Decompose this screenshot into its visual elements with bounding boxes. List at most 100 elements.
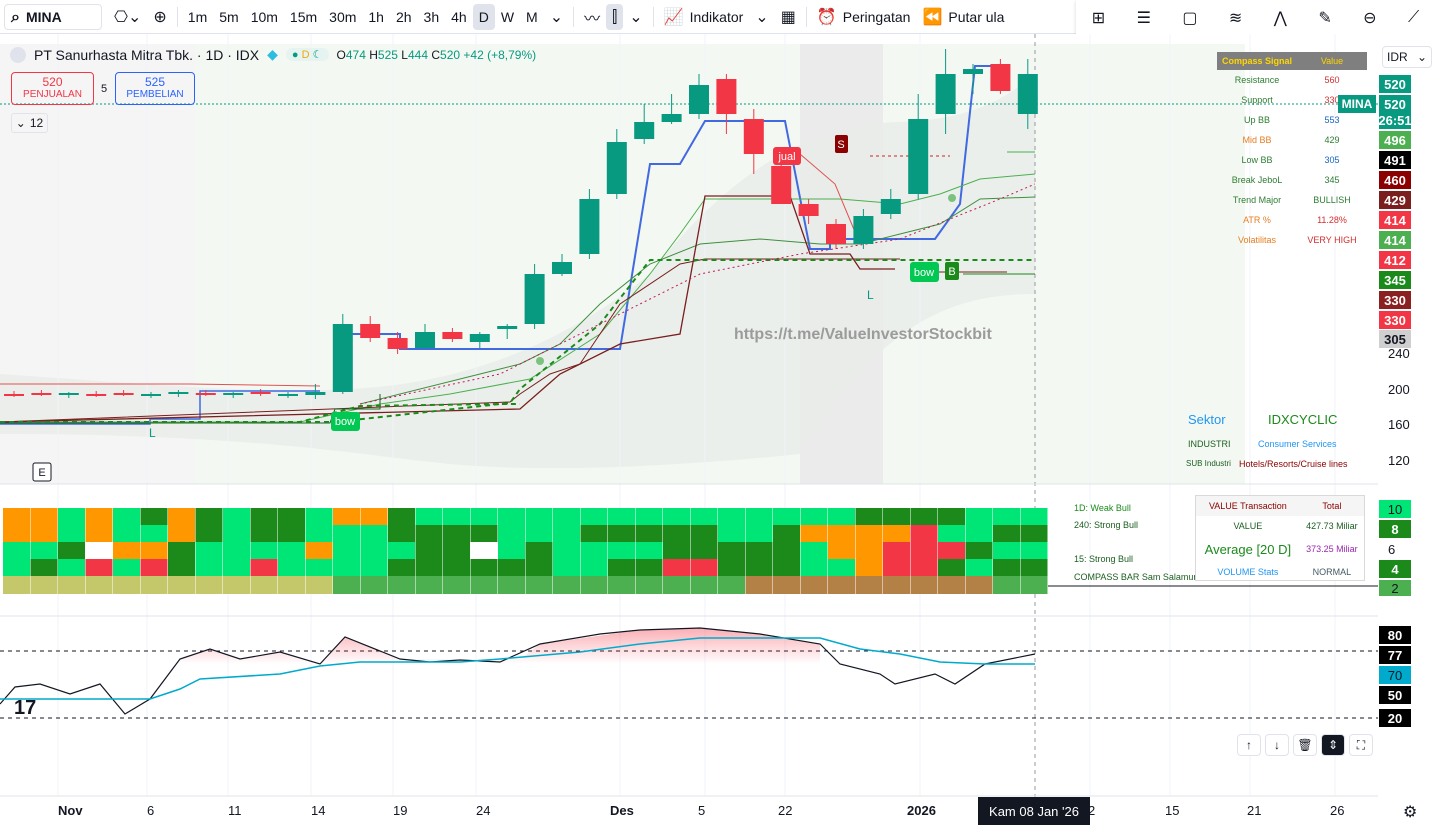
compass-cell	[113, 508, 140, 525]
signal-key: Resistance	[1234, 75, 1280, 85]
compass-cell	[85, 525, 113, 542]
time-label: Des	[610, 803, 634, 818]
b-marker: B	[945, 262, 959, 280]
main-chart[interactable]: https://t.me/ValueInvestorStockbit jual …	[0, 34, 1378, 804]
interval-1m[interactable]: 1m	[182, 4, 213, 30]
replay-button[interactable]: ⏪ Putar ula	[916, 4, 1010, 30]
compass-label-240: 240: Strong Bull	[1074, 520, 1139, 530]
chevron-down-icon[interactable]: ⌄	[749, 4, 774, 30]
compass-cell	[635, 576, 663, 594]
line-chart-icon[interactable]: 〰	[578, 4, 606, 30]
pattern-tool-icon[interactable]: ⋀	[1274, 8, 1287, 27]
compass-cell	[278, 542, 305, 559]
interval-D[interactable]: D	[472, 3, 495, 30]
indicators-collapse[interactable]: ⌄ 12	[11, 113, 48, 133]
lines-tool-icon[interactable]: ☰	[1137, 8, 1151, 27]
interval-W[interactable]: W	[495, 4, 520, 30]
compass-cell	[3, 542, 30, 559]
interval-5m[interactable]: 5m	[213, 4, 244, 30]
move-up-icon[interactable]: ↑	[1237, 734, 1261, 756]
compass-cell	[828, 525, 855, 542]
compass-cell	[525, 559, 553, 576]
candles-icon[interactable]: ⫿	[606, 3, 624, 30]
compass-cell	[250, 508, 278, 525]
compass-cell	[30, 576, 58, 594]
compass-cell	[415, 525, 443, 542]
move-down-icon[interactable]: ↓	[1265, 734, 1289, 756]
high-value: 525	[377, 47, 398, 62]
candle	[360, 324, 381, 338]
chevron-down-icon: ⌄	[1416, 50, 1427, 64]
compass-cell	[388, 542, 415, 559]
interval-10m[interactable]: 10m	[245, 4, 284, 30]
compare-icon[interactable]: ⎔⌄	[108, 4, 147, 30]
interval-1h[interactable]: 1h	[362, 4, 390, 30]
signal-value: VERY HIGH	[1307, 235, 1357, 245]
brush-tool-icon[interactable]: ✎	[1318, 8, 1331, 27]
compass-scale-10: 10	[1379, 500, 1411, 518]
fib-tool-icon[interactable]: ≋	[1229, 8, 1242, 27]
compass-label-title: COMPASS BAR Sam Salamun	[1074, 572, 1199, 582]
compass-cell	[773, 508, 800, 525]
candle	[387, 338, 408, 349]
interval-2h[interactable]: 2h	[390, 4, 418, 30]
sell-button[interactable]: 520 PENJUALAN	[11, 72, 94, 105]
interval-group: 1m 5m 10m 15m 30m 1h 2h 3h 4h D W M	[182, 3, 544, 30]
compass-cell	[30, 508, 58, 525]
compass-cell	[1020, 542, 1048, 559]
interval-15m[interactable]: 15m	[284, 4, 323, 30]
candle	[305, 392, 326, 395]
compass-cell	[993, 508, 1020, 525]
interval-30m[interactable]: 30m	[323, 4, 362, 30]
rectangle-tool-icon[interactable]: ▢	[1182, 8, 1197, 27]
earnings-marker[interactable]: E	[32, 462, 52, 482]
compass-cell	[553, 559, 580, 576]
layout-icon[interactable]: ▦	[775, 4, 802, 30]
signal-key: Volatilitas	[1237, 235, 1277, 245]
compass-cell	[525, 576, 553, 594]
signal-row: Resistance 560	[1217, 70, 1367, 90]
s-marker: S	[835, 135, 848, 153]
change-value: +42 (+8,79%)	[463, 47, 537, 62]
measure-tool-icon[interactable]: ⊖	[1363, 8, 1376, 27]
osc-scale-20: 20	[1379, 709, 1411, 727]
crosshair-tool-icon[interactable]: ⊞	[1092, 8, 1105, 27]
candle	[195, 393, 216, 395]
compass-cell	[498, 559, 525, 576]
ohlc: O474 H525 L444 C520 +42 (+8,79%)	[337, 48, 537, 62]
compass-cell	[608, 508, 635, 525]
alerts-button[interactable]: ⏰ Peringatan	[811, 4, 917, 30]
chevron-down-icon[interactable]: ⌄	[544, 4, 569, 30]
compass-cell	[580, 525, 608, 542]
candle	[771, 166, 792, 204]
gann-tool-icon[interactable]: ⟋	[1408, 7, 1419, 27]
jual-marker: jual	[773, 147, 801, 165]
compass-cell	[828, 576, 855, 594]
compass-cell	[635, 508, 663, 525]
buy-button[interactable]: 525 PEMBELIAN	[115, 72, 195, 105]
time-label: 22	[778, 803, 793, 818]
candle	[86, 394, 107, 396]
vt-value-label: VALUE	[1233, 521, 1263, 531]
symbol-search[interactable]: ⌕ MINA	[4, 3, 102, 30]
compass-cell	[580, 542, 608, 559]
delete-icon[interactable]: 🗑	[1293, 734, 1317, 756]
symbol-logo-icon	[10, 46, 26, 63]
tradingview-logo: 17	[14, 697, 36, 719]
osc-scale-50: 50	[1379, 686, 1411, 704]
interval-M[interactable]: M	[520, 4, 544, 30]
interval-3h[interactable]: 3h	[418, 4, 446, 30]
bow-label: bow	[914, 267, 934, 279]
maximize-icon[interactable]: ⛶	[1349, 734, 1373, 756]
add-symbol-icon[interactable]: ⊕	[147, 4, 172, 30]
compass-cell	[690, 508, 718, 525]
interval-4h[interactable]: 4h	[445, 4, 473, 30]
indicators-button[interactable]: 📈 Indikator	[658, 4, 750, 30]
collapse-icon[interactable]: ⇕	[1321, 734, 1345, 756]
candle	[716, 79, 737, 114]
currency-select[interactable]: IDR ⌄	[1382, 46, 1432, 68]
compass-cell	[635, 525, 663, 542]
chevron-down-icon[interactable]: ⌄	[623, 4, 648, 30]
settings-icon[interactable]: ⚙	[1403, 802, 1417, 822]
compass-cell	[305, 576, 333, 594]
